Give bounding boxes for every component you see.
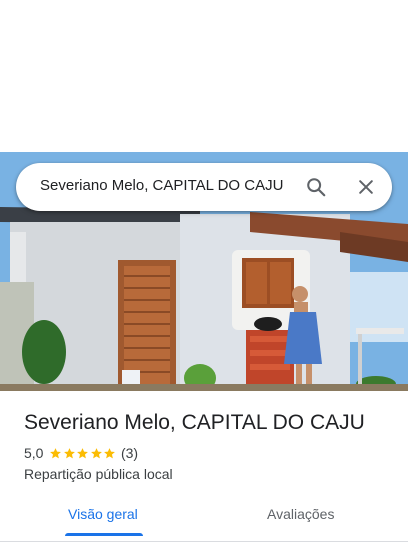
star-icon bbox=[64, 447, 75, 458]
tab-reviews[interactable]: Avaliações bbox=[267, 506, 334, 522]
tabs-divider bbox=[0, 541, 408, 542]
star-icon bbox=[91, 447, 102, 458]
review-count[interactable]: (3) bbox=[121, 445, 138, 461]
star-icon bbox=[77, 447, 89, 458]
search-icon[interactable] bbox=[302, 173, 330, 201]
place-info-panel: Severiano Melo, CAPITAL DO CAJU 5,0 (3) … bbox=[0, 391, 408, 544]
star-icon bbox=[104, 447, 116, 458]
star-icon bbox=[50, 447, 62, 458]
search-input[interactable]: Severiano Melo, CAPITAL DO CAJU bbox=[40, 177, 302, 194]
place-title: Severiano Melo, CAPITAL DO CAJU bbox=[24, 411, 365, 434]
rating-value: 5,0 bbox=[24, 445, 44, 461]
rating-row[interactable]: 5,0 (3) bbox=[24, 445, 138, 461]
search-bar[interactable]: Severiano Melo, CAPITAL DO CAJU bbox=[16, 163, 392, 211]
active-tab-indicator bbox=[65, 533, 143, 536]
rating-stars bbox=[49, 447, 117, 460]
tab-bar: Visão geral Avaliações bbox=[0, 494, 408, 541]
close-icon[interactable] bbox=[352, 173, 380, 201]
map-area-blank bbox=[0, 0, 408, 152]
tab-overview[interactable]: Visão geral bbox=[68, 506, 138, 522]
place-category: Repartição pública local bbox=[24, 466, 173, 482]
